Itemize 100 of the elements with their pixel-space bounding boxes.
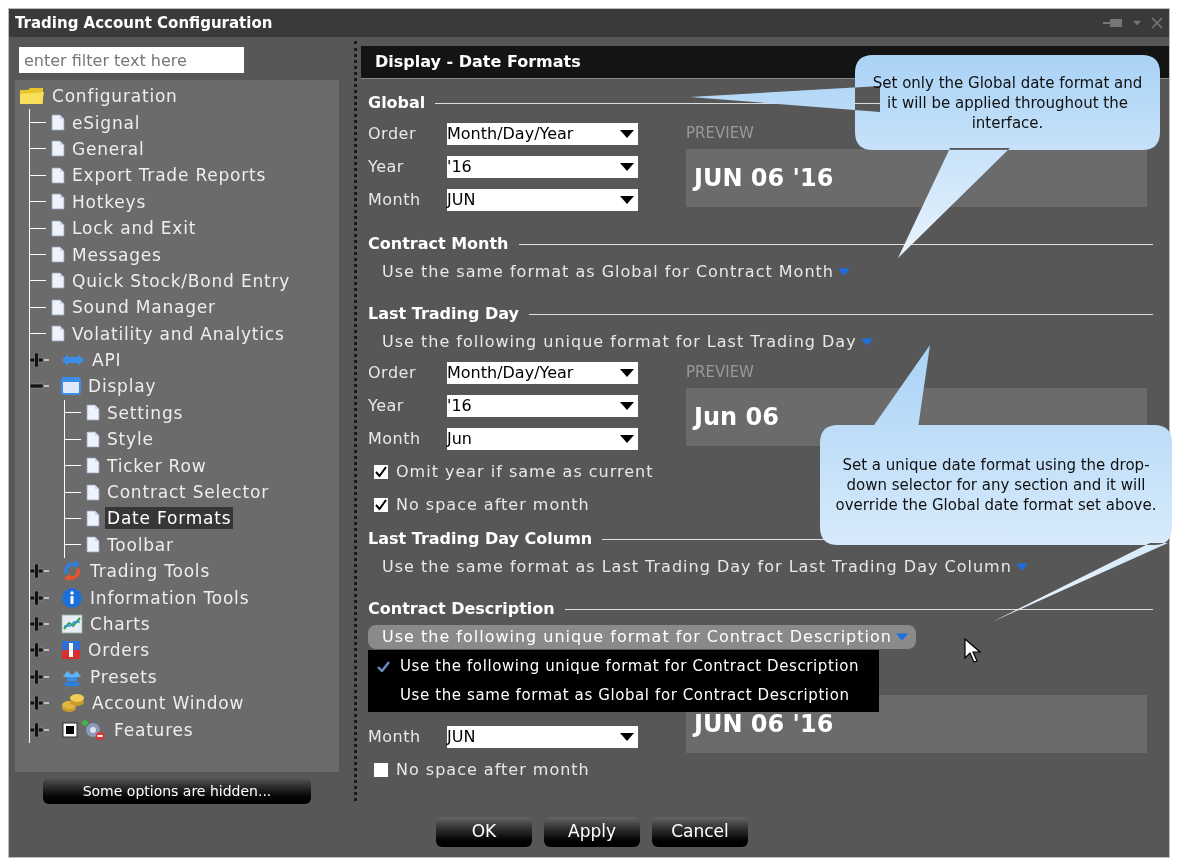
format-mode-dropdown[interactable]: Use the same format as Last Trading Day for Last Trading Day Column: [368, 555, 1036, 579]
date-preview: JUN 06 '16: [694, 709, 834, 740]
dropdown-arrow-icon: [1015, 563, 1028, 571]
section-heading: Last Trading Day Column: [368, 528, 593, 550]
dropdown-arrow-icon: [620, 401, 634, 410]
tree-item[interactable]: Trading Tools: [88, 560, 213, 583]
callout-text: Set a unique date format using the drop-down selector for any section and it will override the Global date format set above.: [834, 455, 1158, 515]
tree-item[interactable]: Contract Selector: [105, 481, 271, 504]
dropdown-arrow-icon: [860, 338, 873, 346]
checkbox-label: No space after month: [396, 493, 590, 516]
circular-arrows-icon: [61, 560, 83, 583]
tree-item[interactable]: Lock and Exit: [70, 217, 199, 240]
close-icon[interactable]: [1151, 17, 1163, 29]
document-icon: [86, 457, 100, 475]
dialog-button[interactable]: Apply: [544, 817, 640, 847]
format-mode-dropdown[interactable]: Use the following unique format for Last Trading Day: [368, 330, 881, 354]
document-icon: [51, 166, 65, 184]
checkbox[interactable]: [374, 762, 388, 777]
pin-icon[interactable]: [1103, 18, 1123, 28]
tree-item[interactable]: Presets: [88, 665, 160, 688]
tree-item[interactable]: Configuration: [50, 85, 180, 108]
checkbox-label: No space after month: [396, 758, 590, 781]
dropdown-field[interactable]: '16: [447, 394, 638, 417]
format-mode-dropdown[interactable]: Use the following unique format for Contract Description: [368, 625, 916, 649]
tree-item[interactable]: Ticker Row: [105, 454, 209, 477]
double-arrow-icon: [61, 352, 85, 369]
tree-item[interactable]: Quick Stock/Bond Entry: [70, 269, 293, 292]
tree-item[interactable]: Hotkeys: [70, 190, 149, 213]
checkbox-label: Omit year if same as current: [396, 460, 654, 483]
preview-label: PREVIEW: [686, 362, 754, 383]
folder-icon: [19, 86, 45, 107]
tree-item[interactable]: Style: [105, 428, 156, 451]
document-icon: [51, 272, 65, 290]
tree-item[interactable]: Date Formats: [105, 507, 234, 530]
filter-field[interactable]: enter filter text here: [19, 47, 244, 73]
tree-item[interactable]: Charts: [88, 613, 153, 635]
section-heading: Contract Month: [368, 233, 509, 255]
tree-item[interactable]: Messages: [70, 243, 164, 266]
window-icon: [61, 377, 81, 396]
tree-item[interactable]: Features: [112, 718, 196, 741]
tree-item[interactable]: Volatility and Analytics: [70, 322, 287, 345]
document-icon: [51, 325, 65, 343]
date-preview: JUN 06 '16: [694, 163, 834, 194]
tree-item[interactable]: eSignal: [70, 111, 143, 134]
callout-text: Set only the Global date format and it will be applied throughout the interface.: [871, 72, 1144, 133]
dialog-button[interactable]: Cancel: [652, 817, 748, 847]
tree-item[interactable]: Toolbar: [105, 533, 176, 556]
dropdown-field[interactable]: JUN: [447, 188, 638, 211]
checkbox[interactable]: [374, 497, 388, 512]
line-chart-icon: [61, 614, 83, 634]
date-preview: Jun 06: [694, 402, 779, 433]
dropdown-arrow-icon: [620, 129, 634, 138]
document-icon: [86, 404, 100, 422]
tree-item[interactable]: Account Window: [90, 692, 247, 715]
tree-item[interactable]: Display: [86, 375, 159, 398]
panel-title: Display - Date Formats: [375, 51, 581, 73]
field-label: Month: [368, 427, 422, 450]
document-icon: [51, 246, 65, 264]
hidden-options-button[interactable]: Some options are hidden...: [43, 778, 311, 804]
document-icon: [51, 193, 65, 211]
tree-item[interactable]: Export Trade Reports: [70, 164, 269, 187]
section-heading: Contract Description: [368, 598, 555, 620]
section-heading: Last Trading Day: [368, 303, 519, 325]
window-title: Trading Account Configuration: [15, 12, 273, 34]
dropdown-field[interactable]: '16: [447, 155, 638, 178]
tree-item[interactable]: General: [70, 137, 147, 160]
dropdown-arrow-icon: [620, 162, 634, 171]
tree-item[interactable]: Information Tools: [88, 586, 252, 609]
checkbox-gear-icon: [61, 718, 107, 741]
checkbox[interactable]: [374, 464, 388, 479]
dialog-button[interactable]: OK: [436, 817, 532, 847]
field-label: Order: [368, 361, 417, 384]
dropdown-field[interactable]: Month/Day/Year: [447, 361, 638, 384]
mouse-pointer-icon: [964, 638, 982, 664]
document-icon: [86, 536, 100, 554]
field-label: Month: [368, 188, 422, 211]
field-label: Year: [368, 394, 405, 417]
dropdown-arrow-icon: [620, 368, 634, 377]
tree-item[interactable]: Orders: [86, 639, 152, 662]
field-label: Order: [368, 122, 417, 145]
document-icon: [51, 298, 65, 316]
dropdown-field[interactable]: JUN: [447, 725, 638, 748]
tree-item[interactable]: Sound Manager: [70, 296, 218, 319]
dropdown-arrow-icon: [620, 195, 634, 204]
coin-stack-icon: [61, 692, 85, 715]
dropdown-field[interactable]: Jun: [447, 427, 638, 450]
document-icon: [86, 430, 100, 448]
document-icon: [86, 483, 100, 501]
dropdown-field[interactable]: Month/Day/Year: [447, 122, 638, 145]
menu-item[interactable]: Use the same format as Global for Contract Description: [368, 681, 860, 710]
format-mode-dropdown[interactable]: Use the same format as Global for Contract Month: [368, 260, 858, 284]
dropdown-arrow-icon: [620, 434, 634, 443]
document-icon: [51, 114, 65, 132]
field-label: Month: [368, 725, 422, 748]
section-heading: Global: [368, 92, 426, 114]
menu-item[interactable]: Use the following unique format for Contract Description: [368, 652, 860, 681]
tree-item[interactable]: API: [90, 349, 124, 372]
field-label: Year: [368, 155, 405, 178]
document-icon: [51, 140, 65, 158]
tree-item[interactable]: Settings: [105, 401, 186, 424]
